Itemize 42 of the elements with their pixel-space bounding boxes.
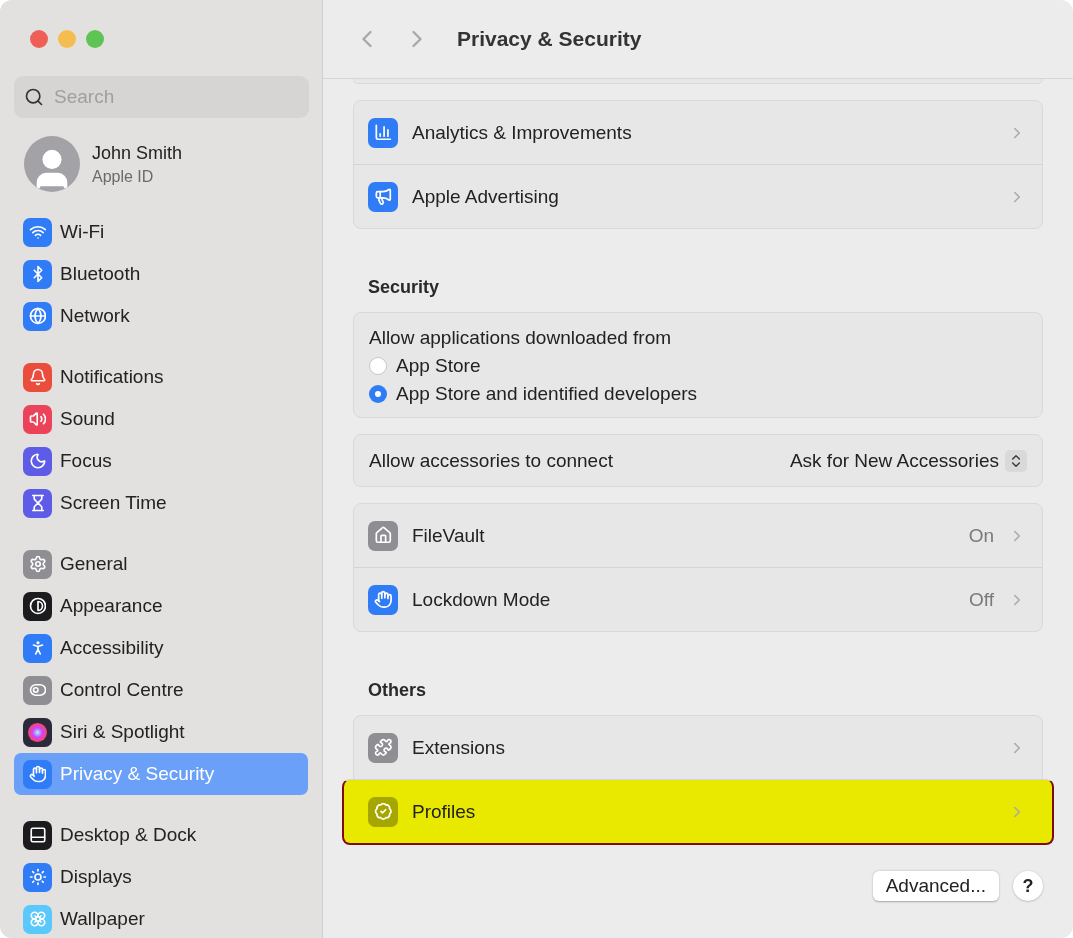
radio-label: App Store: [396, 355, 481, 377]
radio-button[interactable]: [369, 357, 387, 375]
settings-row[interactable]: Extensions: [354, 716, 1042, 779]
radio-button[interactable]: [369, 385, 387, 403]
sidebar-item[interactable]: Screen Time: [14, 482, 308, 524]
search-icon: [24, 87, 44, 107]
sidebar-item[interactable]: Wallpaper: [14, 898, 308, 938]
popup-button[interactable]: Ask for New Accessories: [789, 449, 1027, 472]
help-button[interactable]: ?: [1013, 871, 1043, 901]
row-value: Off: [969, 588, 994, 611]
account-subtitle: Apple ID: [92, 167, 155, 186]
setting-label: Allow accessories to connect: [369, 449, 613, 472]
account-name: John Smith: [92, 142, 183, 164]
sidebar-item[interactable]: Siri & Spotlight: [14, 711, 308, 753]
sidebar-item[interactable]: Accessibility: [14, 627, 308, 669]
sidebar-item[interactable]: Notifications: [14, 356, 308, 398]
sidebar-item[interactable]: Wi-Fi: [14, 211, 308, 253]
section-heading: Others: [367, 679, 428, 702]
settings-row[interactable]: Apple Advertising: [354, 164, 1042, 228]
sidebar-item[interactable]: Bluetooth: [14, 253, 308, 295]
window-title: Privacy & Security: [457, 27, 642, 51]
zoom-button[interactable]: [86, 30, 104, 48]
radio-group-title: Allow applications downloaded from: [369, 327, 673, 349]
close-button[interactable]: [30, 30, 48, 48]
settings-row[interactable]: FileVault On: [354, 504, 1042, 567]
sidebar-item[interactable]: General: [14, 543, 308, 585]
advanced-button[interactable]: Advanced...: [872, 871, 999, 901]
sidebar-item[interactable]: Sound: [14, 398, 308, 440]
minimize-button[interactable]: [58, 30, 76, 48]
section-heading: Security: [367, 276, 441, 299]
avatar-icon[interactable]: [24, 136, 80, 192]
sidebar-item[interactable]: Control Centre: [14, 669, 308, 711]
sidebar-item[interactable]: Appearance: [14, 585, 308, 627]
sidebar-item[interactable]: Desktop & Dock: [14, 814, 308, 856]
sidebar-item[interactable]: Network: [14, 295, 308, 337]
sidebar-item[interactable]: Focus: [14, 440, 308, 482]
row-value: On: [968, 524, 994, 547]
settings-row[interactable]: Lockdown Mode Off: [354, 567, 1042, 631]
settings-row[interactable]: Profiles: [342, 779, 1054, 845]
sidebar-item[interactable]: Displays: [14, 856, 308, 898]
settings-row[interactable]: Analytics & Improvements: [354, 101, 1042, 164]
radio-label: App Store and identified developers: [396, 383, 698, 405]
